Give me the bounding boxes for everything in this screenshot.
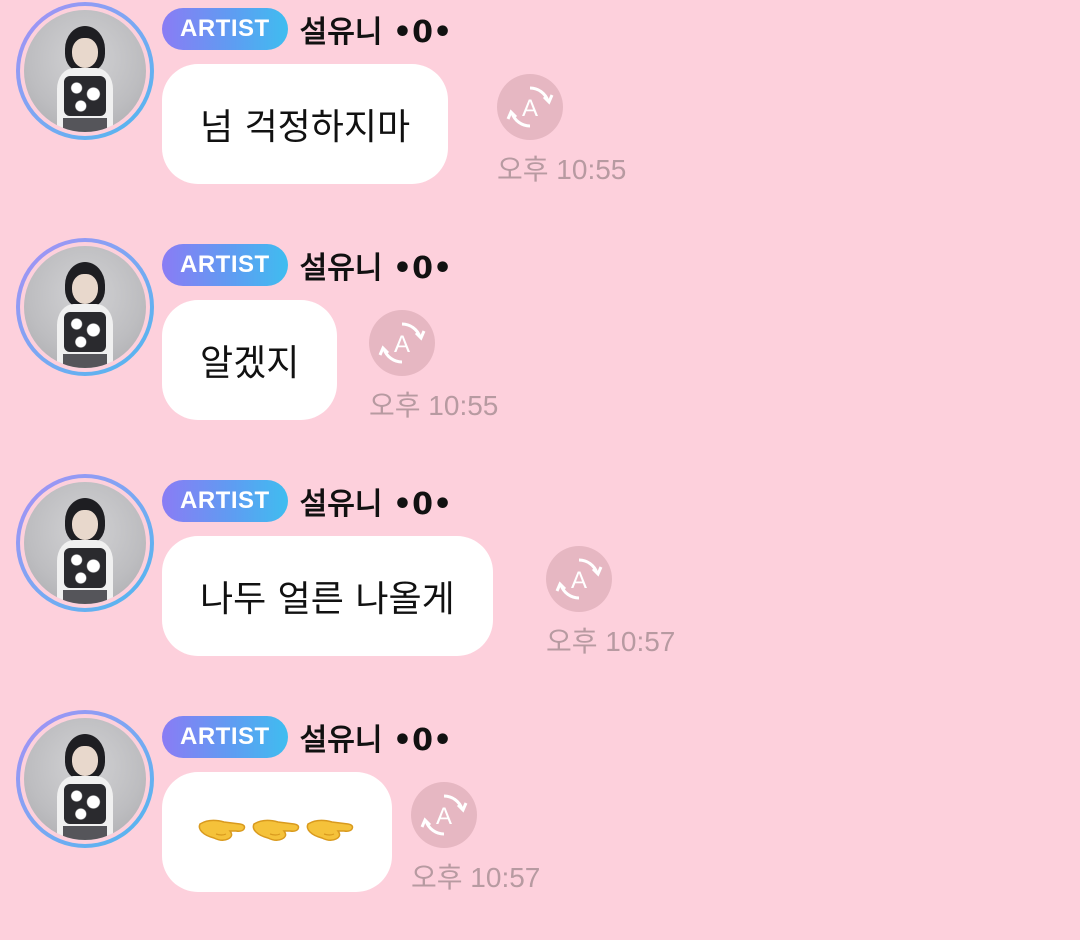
message-meta: A 오후 10:57 [546, 546, 675, 660]
message-text: 넘 걱정하지마 [200, 107, 411, 148]
svg-text:A: A [571, 567, 587, 594]
artist-badge: ARTIST [162, 244, 288, 286]
artist-badge: ARTIST [162, 716, 288, 758]
artist-badge: ARTIST [162, 8, 288, 50]
message-header: ARTIST 설유니 •0• [162, 244, 452, 286]
message-header: ARTIST 설유니 •0• [162, 8, 452, 50]
translate-icon[interactable]: A [411, 782, 477, 848]
chat-message: ARTIST 설유니 •0• 🫳🫳🫳 [0, 708, 1080, 908]
svg-text:A: A [522, 95, 538, 122]
translate-icon[interactable]: A [546, 546, 612, 612]
message-header: ARTIST 설유니 •0• [162, 480, 452, 522]
sender-name: 설유니 •0• [299, 487, 453, 522]
message-text: 알겠지 [200, 343, 300, 384]
timestamp: 오후 10:57 [411, 862, 541, 893]
message-meta: A 오후 10:55 [497, 74, 626, 188]
message-meta: A 오후 10:55 [369, 310, 498, 424]
sender-name: 설유니 •0• [299, 723, 453, 758]
chat-message: ARTIST 설유니 •0• 나두 얼른 나올게 A 오후 10:57 [0, 472, 1080, 672]
message-bubble[interactable]: 나두 얼른 나올게 [162, 536, 493, 656]
timestamp: 오후 10:55 [369, 390, 499, 421]
svg-text:A: A [394, 331, 410, 358]
translate-icon[interactable]: A [369, 310, 435, 376]
message-bubble[interactable]: 🫳🫳🫳 [162, 772, 392, 892]
avatar[interactable] [16, 238, 154, 376]
avatar[interactable] [16, 710, 154, 848]
chat-message: ARTIST 설유니 •0• 넘 걱정하지마 A 오후 10:55 [0, 0, 1080, 200]
message-text: 나두 얼른 나올게 [200, 579, 455, 620]
palm-down-hand-icon [196, 812, 358, 852]
chat-message: ARTIST 설유니 •0• 알겠지 A 오후 10:55 [0, 236, 1080, 436]
timestamp: 오후 10:55 [497, 154, 627, 185]
sender-name: 설유니 •0• [299, 251, 453, 286]
message-bubble[interactable]: 넘 걱정하지마 [162, 64, 449, 184]
avatar[interactable] [16, 474, 154, 612]
message-meta: A 오후 10:57 [411, 782, 540, 896]
svg-text:A: A [436, 803, 452, 830]
sender-name: 설유니 •0• [299, 15, 453, 50]
artist-badge: ARTIST [162, 480, 288, 522]
avatar[interactable] [16, 2, 154, 140]
timestamp: 오후 10:57 [546, 626, 676, 657]
chat-view: ARTIST 설유니 •0• 넘 걱정하지마 A 오후 10:55 ARTIST… [0, 0, 1080, 940]
translate-icon[interactable]: A [497, 74, 563, 140]
message-bubble[interactable]: 알겠지 [162, 300, 338, 420]
message-header: ARTIST 설유니 •0• [162, 716, 452, 758]
